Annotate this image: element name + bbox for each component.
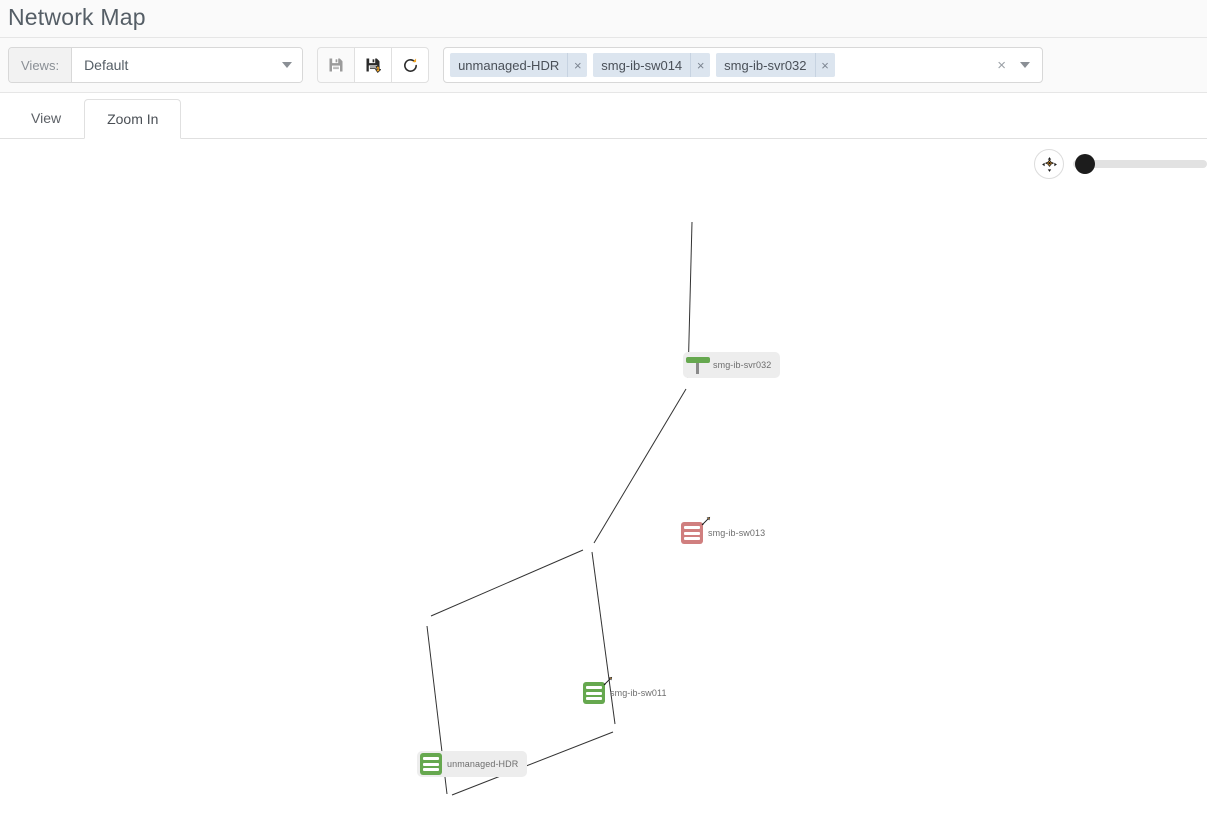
chips-actions: ×: [997, 57, 1036, 74]
refresh-button[interactable]: [391, 47, 429, 83]
tab-zoom-in-label: Zoom In: [107, 111, 158, 127]
refresh-icon: [402, 57, 419, 74]
save-as-icon: [365, 57, 381, 73]
toolbar: Views: Default: [0, 38, 1207, 93]
views-group: Views: Default: [8, 47, 303, 83]
chevron-down-icon: [282, 62, 292, 68]
views-label: Views:: [9, 48, 72, 82]
filter-chips-field[interactable]: unmanaged-HDR × smg-ib-sw014 × smg-ib-sv…: [443, 47, 1043, 83]
network-node-smg-ib-svr032[interactable]: smg-ib-svr032: [683, 352, 780, 378]
page-title: Network Map: [8, 6, 146, 31]
tab-zoom-in[interactable]: Zoom In: [84, 99, 181, 139]
chevron-down-icon[interactable]: [1020, 62, 1030, 68]
tab-bar: View Zoom In: [0, 93, 1207, 139]
network-node-label: smg-ib-svr032: [713, 360, 771, 370]
switch-icon: [420, 753, 442, 775]
save-as-button[interactable]: [354, 47, 392, 83]
switch-icon: [583, 682, 605, 704]
tab-view[interactable]: View: [8, 98, 84, 138]
toolbar-button-group: [317, 47, 429, 83]
network-node-label: unmanaged-HDR: [447, 759, 518, 769]
server-icon: [686, 354, 708, 376]
network-node-label: smg-ib-sw013: [708, 528, 765, 538]
network-link: [431, 550, 583, 616]
views-select-value: Default: [84, 57, 128, 73]
network-links-layer: [0, 139, 1207, 811]
network-node-unmanaged-hdr[interactable]: unmanaged-HDR: [417, 751, 527, 777]
save-button[interactable]: [317, 47, 355, 83]
expand-arrow-icon[interactable]: [701, 516, 711, 526]
filter-chip-label: smg-ib-svr032: [716, 58, 814, 73]
close-icon[interactable]: ×: [815, 53, 835, 77]
clear-all-icon[interactable]: ×: [997, 57, 1006, 74]
switch-icon: [681, 522, 703, 544]
filter-chip[interactable]: unmanaged-HDR ×: [450, 53, 587, 77]
save-icon: [328, 57, 344, 73]
filter-chip[interactable]: smg-ib-sw014 ×: [593, 53, 710, 77]
views-select[interactable]: Default: [72, 48, 302, 82]
close-icon[interactable]: ×: [690, 53, 710, 77]
filter-chip-label: smg-ib-sw014: [593, 58, 690, 73]
close-icon[interactable]: ×: [567, 53, 587, 77]
network-link: [594, 389, 686, 543]
filter-chip[interactable]: smg-ib-svr032 ×: [716, 53, 834, 77]
filter-chip-label: unmanaged-HDR: [450, 58, 567, 73]
network-node-label: smg-ib-sw011: [610, 688, 667, 698]
network-node-smg-ib-sw011[interactable]: smg-ib-sw011: [580, 680, 676, 706]
tab-view-label: View: [31, 110, 61, 126]
expand-arrow-icon[interactable]: [603, 676, 613, 686]
network-node-smg-ib-sw013[interactable]: smg-ib-sw013: [678, 520, 774, 546]
network-map-canvas[interactable]: smg-ib-svr032 smg-ib-sw013 smg-ib-sw011: [0, 139, 1207, 811]
page-header: Network Map: [0, 0, 1207, 38]
